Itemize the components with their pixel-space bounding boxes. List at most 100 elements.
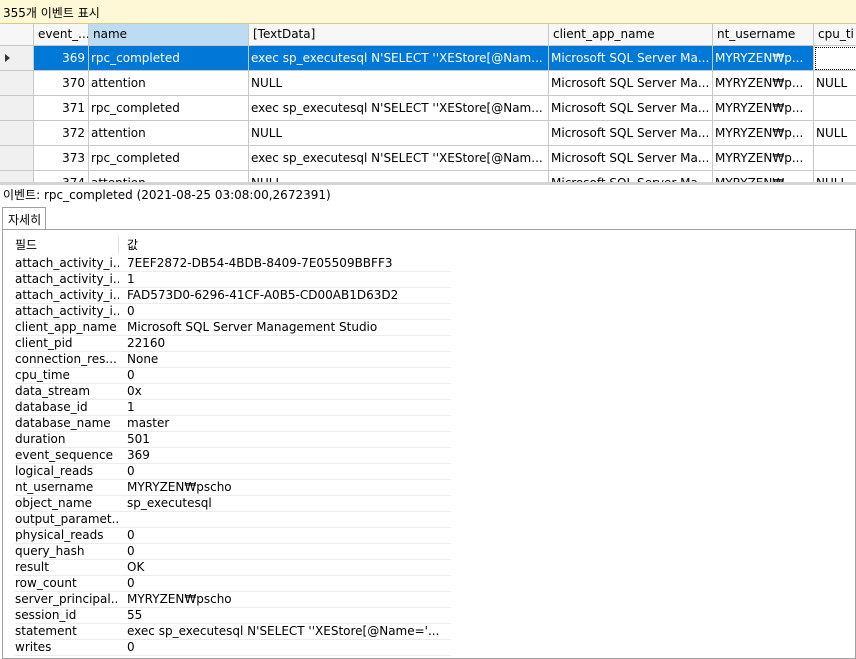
table-cell[interactable]: NULL [814,121,856,146]
table-cell[interactable]: Microsoft SQL Server Ma... [549,171,713,182]
row-header[interactable] [0,46,34,71]
table-cell[interactable]: exec sp_executesql N'SELECT ''XEStore[@N… [249,46,549,71]
table-cell[interactable] [814,96,856,121]
table-cell[interactable]: 373 [34,146,89,171]
table-cell[interactable]: rpc_completed [89,96,249,121]
table-cell[interactable]: MYRYZEN₩p... [713,146,814,171]
table-cell[interactable]: MYRYZEN₩p... [713,46,814,71]
table-cell[interactable]: attention [89,171,249,182]
row-header[interactable] [0,96,34,121]
table-cell[interactable]: MYRYZEN₩... [713,171,814,182]
field-name: client_app_name [15,320,117,334]
field-name: client_pid [15,336,73,350]
table-cell[interactable]: 369 [34,46,89,71]
row-header[interactable] [0,171,34,182]
table-cell[interactable]: attention [89,71,249,96]
table-cell[interactable]: NULL [814,171,856,182]
field-column-header[interactable]: 필드 [15,236,37,256]
table-cell[interactable]: MYRYZEN₩p... [713,96,814,121]
tab-details[interactable]: 자세히 [2,207,46,229]
table-cell[interactable]: MYRYZEN₩p... [713,121,814,146]
field-name: logical_reads [15,464,94,478]
table-cell[interactable]: exec sp_executesql N'SELECT ''XEStore[@N… [249,146,549,171]
row-header[interactable] [0,146,34,171]
table-cell[interactable]: Microsoft SQL Server Ma... [549,96,713,121]
field-name: row_count [15,576,77,590]
detail-row[interactable]: object_name sp_executesql [15,496,451,512]
column-header[interactable]: cpu_ti [814,24,856,46]
table-cell[interactable]: NULL [249,171,549,182]
pane-splitter[interactable] [0,182,856,185]
table-cell[interactable]: 370 [34,71,89,96]
detail-row[interactable]: logical_reads 0 [15,464,451,480]
table-cell[interactable]: rpc_completed [89,46,249,71]
detail-row[interactable]: connection_res... None [15,352,451,368]
field-value: sp_executesql [127,496,212,510]
field-value: FAD573D0-6296-41CF-A0B5-CD00AB1D63D2 [127,288,399,302]
column-header[interactable]: client_app_name [549,24,713,46]
detail-row[interactable]: attach_activity_i... 7EEF2872-DB54-4BDB-8… [15,256,451,272]
detail-row[interactable]: nt_username MYRYZEN₩pscho [15,480,451,496]
table-cell[interactable]: Microsoft SQL Server Ma... [549,71,713,96]
events-grid[interactable]: event_... name [TextData] client_app_name nt… [0,24,856,182]
field-value: 369 [127,448,150,462]
table-cell[interactable]: 374 [34,171,89,182]
table-cell[interactable]: rpc_completed [89,146,249,171]
table-cell[interactable]: Microsoft SQL Server Ma... [549,46,713,71]
field-name: writes [15,640,52,654]
field-value: exec sp_executesql N'SELECT ''XEStore[@N… [127,624,440,638]
table-cell[interactable]: MYRYZEN₩p... [713,71,814,96]
field-value: 0 [127,528,135,542]
row-header[interactable] [0,121,34,146]
detail-row[interactable]: physical_reads 0 [15,528,451,544]
detail-header-divider[interactable] [118,236,119,254]
column-header[interactable]: event_... [34,24,89,46]
detail-row[interactable]: output_paramet... [15,512,451,528]
detail-row[interactable]: server_principal... MYRYZEN₩pscho [15,592,451,608]
detail-row[interactable]: attach_activity_i... 0 [15,304,451,320]
field-value: MYRYZEN₩pscho [127,480,232,494]
detail-row[interactable]: cpu_time 0 [15,368,451,384]
detail-row[interactable]: client_app_name Microsoft SQL Server Mana… [15,320,451,336]
field-name: event_sequence [15,448,114,462]
detail-row[interactable]: attach_activity_i... 1 [15,272,451,288]
table-cell[interactable] [814,46,856,71]
column-header[interactable]: [TextData] [249,24,549,46]
table-cell[interactable]: 371 [34,96,89,121]
table-cell[interactable]: 372 [34,121,89,146]
detail-row[interactable]: data_stream 0x [15,384,451,400]
field-value: 0 [127,576,135,590]
table-cell[interactable]: NULL [249,71,549,96]
row-header[interactable] [0,71,34,96]
current-row-arrow-icon [5,54,10,62]
detail-row[interactable]: database_name master [15,416,451,432]
table-cell[interactable]: NULL [249,121,549,146]
detail-row[interactable]: row_count 0 [15,576,451,592]
detail-row[interactable]: session_id 55 [15,608,451,624]
field-value: None [127,352,159,366]
detail-row[interactable]: database_id 1 [15,400,451,416]
column-header[interactable]: nt_username [713,24,814,46]
detail-row[interactable]: attach_activity_i... FAD573D0-6296-41CF-A… [15,288,451,304]
table-cell[interactable]: Microsoft SQL Server Ma... [549,121,713,146]
detail-row[interactable]: statement exec sp_executesql N'SELECT ''X… [15,624,451,640]
detail-row[interactable]: event_sequence 369 [15,448,451,464]
field-name: physical_reads [15,528,104,542]
value-column-header[interactable]: 값 [127,236,138,256]
status-bar: 355개 이벤트 표시 [0,0,856,24]
field-name: duration [15,432,66,446]
table-cell[interactable]: Microsoft SQL Server Ma... [549,146,713,171]
detail-row[interactable]: client_pid 22160 [15,336,451,352]
field-name: database_id [15,400,88,414]
detail-row[interactable]: duration 501 [15,432,451,448]
detail-row[interactable]: query_hash 0 [15,544,451,560]
table-cell[interactable] [814,146,856,171]
field-name: database_name [15,416,111,430]
column-header[interactable]: name [89,24,249,46]
detail-row[interactable]: result OK [15,560,451,576]
table-cell[interactable]: NULL [814,71,856,96]
table-cell[interactable]: attention [89,121,249,146]
detail-row[interactable]: writes 0 [15,640,451,656]
table-cell[interactable]: exec sp_executesql N'SELECT ''XEStore[@N… [249,96,549,121]
field-name: attach_activity_i... [15,256,119,270]
